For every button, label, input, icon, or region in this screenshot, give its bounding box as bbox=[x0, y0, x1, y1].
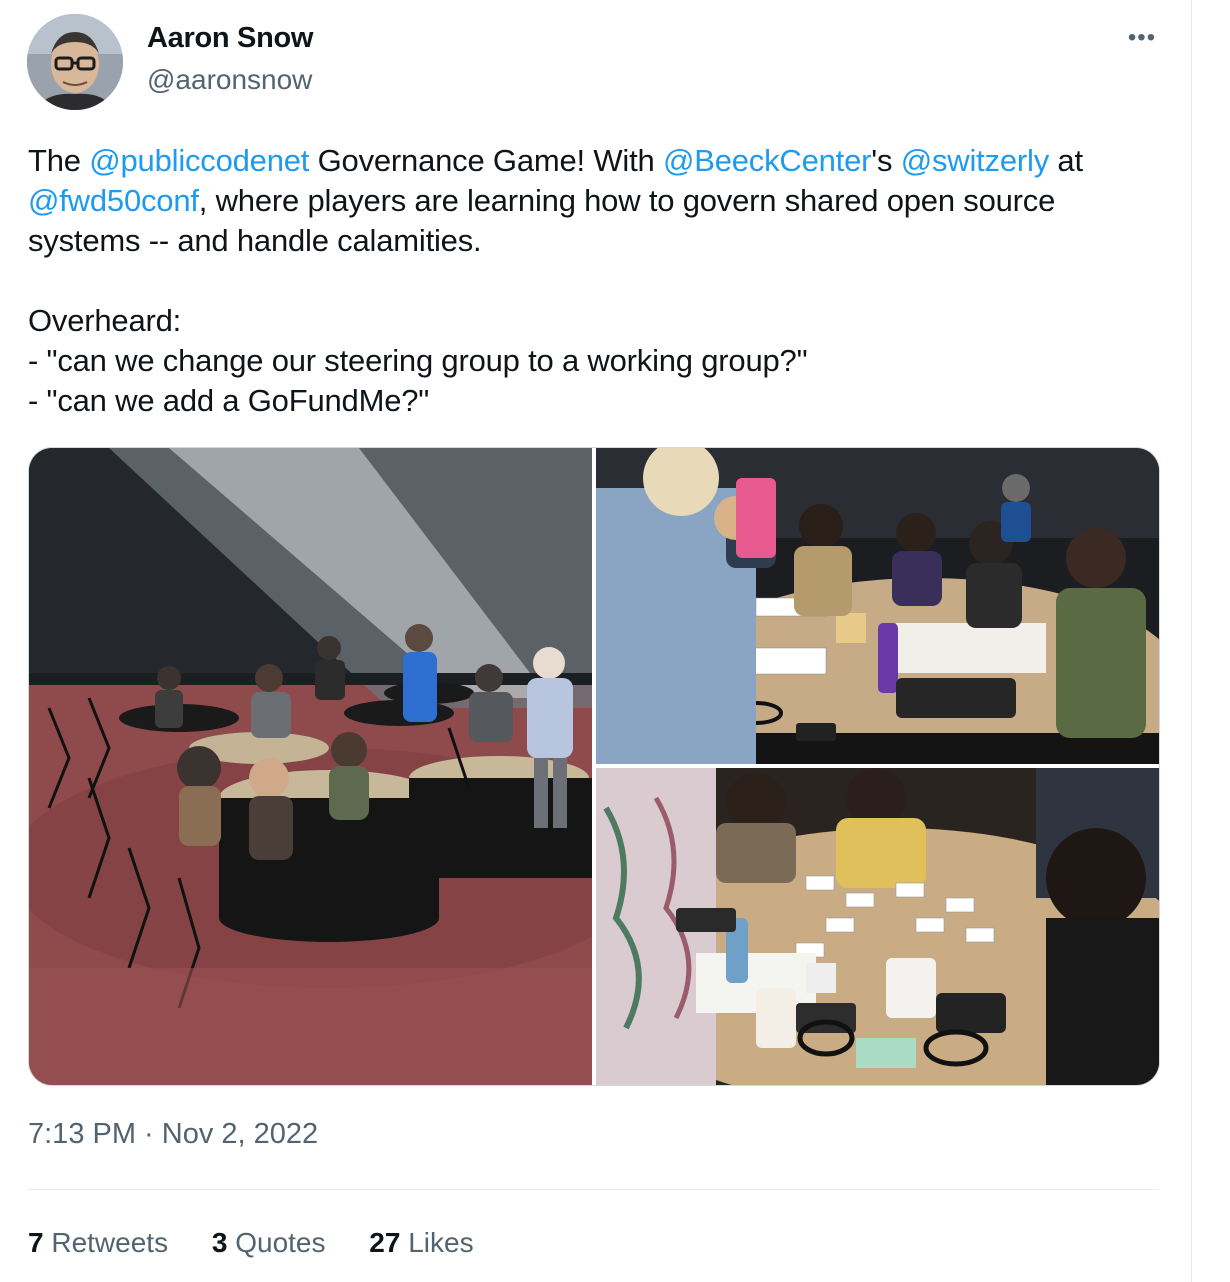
stat-count: 27 bbox=[369, 1227, 401, 1258]
author-handle[interactable]: @aaronsnow bbox=[147, 64, 312, 96]
stat-label: Retweets bbox=[51, 1227, 169, 1258]
profile-photo-icon bbox=[27, 14, 123, 110]
stat-label: Likes bbox=[408, 1227, 474, 1258]
overheard-line: - "can we change our steering group to a… bbox=[28, 343, 808, 378]
tweet-text-segment: Governance Game! With bbox=[309, 143, 663, 178]
photo-players-table[interactable] bbox=[596, 448, 1159, 764]
engagement-stats: 7 Retweets 3 Quotes 27 Likes bbox=[28, 1227, 510, 1259]
mention-link-switzerly[interactable]: @switzerly bbox=[901, 143, 1050, 178]
stat-count: 3 bbox=[211, 1227, 228, 1258]
players-around-table-photo bbox=[596, 448, 1159, 764]
tweet-text-segment: at bbox=[1049, 143, 1083, 178]
overheard-line: - "can we add a GoFundMe?" bbox=[28, 383, 430, 418]
photo-conference-hall[interactable] bbox=[29, 448, 592, 1085]
divider bbox=[28, 1189, 1158, 1190]
tweet-text-segment: The bbox=[28, 143, 90, 178]
tweet-text-segment: 's bbox=[871, 143, 901, 178]
conference-hall-with-game-tables-photo bbox=[29, 448, 592, 1085]
retweets-count-link[interactable]: 7 Retweets bbox=[28, 1227, 168, 1259]
tweet-text: The @publiccodenet Governance Game! With… bbox=[28, 141, 1148, 421]
author-display-name[interactable]: Aaron Snow bbox=[147, 22, 313, 55]
column-border bbox=[1191, 0, 1192, 1282]
photo-cards-closeup[interactable] bbox=[596, 768, 1159, 1085]
tweet-overheard: Overheard: - "can we change our steering… bbox=[28, 301, 1148, 421]
mention-link-beeckcenter[interactable]: @BeeckCenter bbox=[663, 143, 871, 178]
avatar[interactable] bbox=[27, 14, 123, 110]
more-options-icon[interactable]: ••• bbox=[1122, 24, 1162, 56]
quotes-count-link[interactable]: 3 Quotes bbox=[212, 1227, 326, 1259]
tweet-body: The @publiccodenet Governance Game! With… bbox=[28, 141, 1148, 261]
stat-label: Quotes bbox=[235, 1227, 326, 1258]
cards-on-table-closeup-photo bbox=[596, 768, 1159, 1085]
stat-count: 7 bbox=[28, 1227, 44, 1258]
tweet-timestamp[interactable]: 7:13 PM · Nov 2, 2022 bbox=[28, 1118, 318, 1151]
likes-count-link[interactable]: 27 Likes bbox=[369, 1227, 473, 1259]
mention-link-fwd50conf[interactable]: @fwd50conf bbox=[28, 183, 199, 218]
mention-link-publiccodenet[interactable]: @publiccodenet bbox=[89, 143, 309, 178]
media-grid bbox=[28, 447, 1160, 1086]
overheard-title: Overheard: bbox=[28, 303, 182, 338]
